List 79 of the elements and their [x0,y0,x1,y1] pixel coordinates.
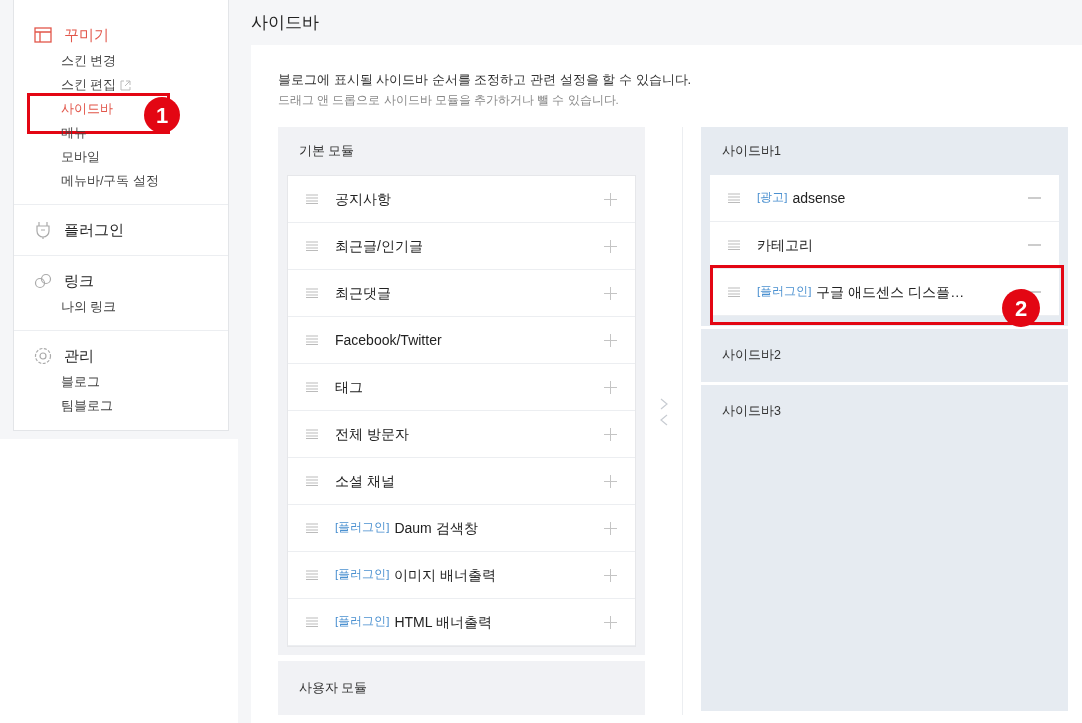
drag-handle-icon[interactable] [728,240,740,250]
add-icon[interactable] [604,521,617,535]
step-badge: 1 [144,97,180,133]
add-icon[interactable] [604,380,617,394]
drag-handle-icon[interactable] [306,523,318,533]
module-item[interactable]: Facebook/Twitter [288,317,635,364]
panel-title: 사이드바3 [721,403,782,421]
drag-handle-icon[interactable] [306,617,318,627]
drag-handle-icon[interactable] [306,288,318,298]
plug-icon [33,220,53,240]
nav-link[interactable]: 스킨 변경 [61,51,117,71]
module-name: Daum 검색창 [394,518,478,538]
module-name: 최근글/인기글 [335,236,423,256]
drag-handle-icon[interactable] [306,570,318,580]
module-item[interactable]: 최근댓글 [288,270,635,317]
module-item[interactable]: 소셜 채널 [288,458,635,505]
plugin-tag: [플러그인] [335,566,390,584]
add-icon[interactable] [604,192,617,206]
module-name: 소셜 채널 [335,471,395,491]
add-icon[interactable] [604,427,617,441]
nav-link[interactable]: 사이드바 [61,99,113,119]
drag-handle-icon[interactable] [728,287,740,297]
module-item[interactable]: 태그 [288,364,635,411]
drag-handle-icon[interactable] [306,382,318,392]
module-name: 태그 [335,377,363,397]
add-icon[interactable] [604,474,617,488]
module-item[interactable]: [플러그인] HTML 배너출력 [288,599,635,646]
panel-title: 사이드바1 [721,142,782,160]
module-item[interactable]: [광고] adsense [710,175,1059,222]
plugin-tag: [플러그인] [335,613,390,631]
nav-section-link[interactable]: 링크 [64,269,94,293]
module-name: 최근댓글 [335,283,391,303]
module-name: 이미지 배너출력 [394,565,497,585]
add-icon[interactable] [604,615,617,629]
link-icon [33,271,53,291]
plugin-tag: [플러그인] [335,519,390,537]
page-title: 사이드바 [251,11,320,34]
layout-icon [33,25,53,45]
module-item[interactable]: 공지사항 [288,176,635,223]
panel-title: 기본 모듈 [298,142,356,160]
nav-section-link[interactable]: 꾸미기 [64,23,109,47]
module-item[interactable]: 전체 방문자 [288,411,635,458]
drag-handle-icon[interactable] [306,241,318,251]
nav-section-link[interactable]: 플러그인 [64,218,124,242]
nav-link[interactable]: 메뉴바/구독 설정 [61,171,159,191]
module-name: HTML 배너출력 [394,612,492,632]
module-item[interactable]: [플러그인] Daum 검색창 [288,505,635,552]
panel-title: 사이드바2 [721,347,782,365]
drag-handle-icon[interactable] [306,476,318,486]
drag-handle-icon[interactable] [728,193,740,203]
module-item[interactable]: [플러그인] 이미지 배너출력 [288,552,635,599]
drag-handle-icon[interactable] [306,335,318,345]
module-name: 구글 애드센스 디스플… [816,282,965,302]
module-name: 공지사항 [335,189,391,209]
nav-link[interactable]: 스킨 편집 [61,75,117,95]
nav-link[interactable]: 나의 링크 [61,297,117,317]
drag-handle-icon[interactable] [306,194,318,204]
transfer-arrows-icon[interactable] [658,397,669,427]
nav-link[interactable]: 블로그 [61,372,100,392]
plugin-tag: [광고] [757,189,788,207]
module-name: Facebook/Twitter [335,330,442,350]
plugin-tag: [플러그인] [757,283,812,301]
description: 블로그에 표시될 사이드바 순서를 조정하고 관련 설정을 할 수 있습니다. [278,71,693,89]
panel-title: 사용자 모듈 [299,679,368,697]
gear-icon [33,346,53,366]
description: 드래그 앤 드롭으로 사이드바 모듈을 추가하거나 뺄 수 있습니다. [278,93,620,108]
add-icon[interactable] [604,333,617,347]
add-icon[interactable] [604,568,617,582]
drag-handle-icon[interactable] [306,429,318,439]
nav-link[interactable]: 모바일 [61,147,100,167]
module-name: 전체 방문자 [335,424,409,444]
nav-section-link[interactable]: 관리 [64,344,94,368]
module-item[interactable]: 최근글/인기글 [288,223,635,270]
add-icon[interactable] [604,286,617,300]
module-name: 카테고리 [757,235,813,255]
module-name: adsense [792,188,846,208]
module-item[interactable]: 카테고리 [710,222,1059,269]
add-icon[interactable] [604,239,617,253]
nav-link[interactable]: 팀블로그 [61,396,113,416]
